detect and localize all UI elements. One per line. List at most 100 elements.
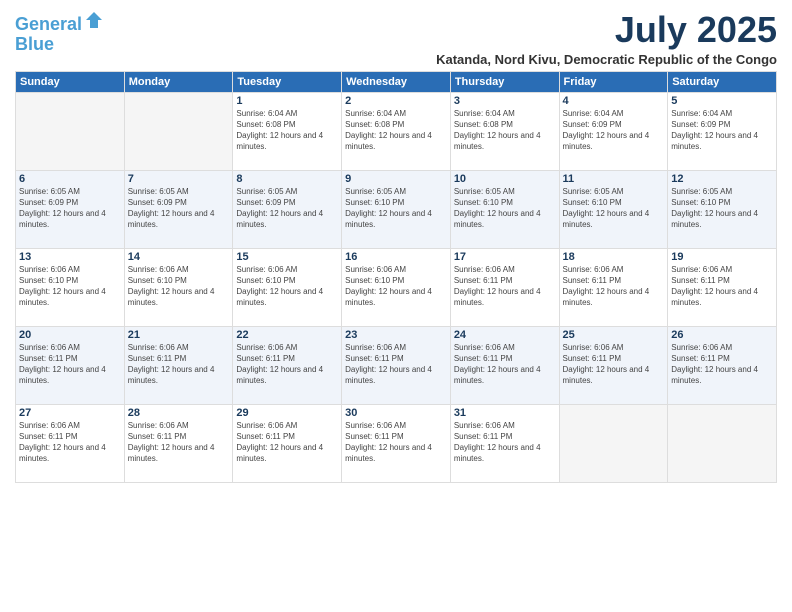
day-number: 28 — [128, 407, 230, 419]
day-info: Sunrise: 6:06 AMSunset: 6:11 PMDaylight:… — [19, 342, 121, 387]
day-info: Sunrise: 6:06 AMSunset: 6:11 PMDaylight:… — [19, 420, 121, 465]
col-friday: Friday — [559, 71, 668, 92]
col-tuesday: Tuesday — [233, 71, 342, 92]
day-number: 31 — [454, 407, 556, 419]
day-info: Sunrise: 6:05 AMSunset: 6:09 PMDaylight:… — [19, 186, 121, 231]
day-number: 27 — [19, 407, 121, 419]
day-info: Sunrise: 6:06 AMSunset: 6:11 PMDaylight:… — [454, 342, 556, 387]
day-number: 12 — [671, 173, 773, 185]
calendar-week-3: 13Sunrise: 6:06 AMSunset: 6:10 PMDayligh… — [16, 248, 777, 326]
table-row: 1Sunrise: 6:04 AMSunset: 6:08 PMDaylight… — [233, 92, 342, 170]
day-number: 1 — [236, 95, 338, 107]
table-row: 28Sunrise: 6:06 AMSunset: 6:11 PMDayligh… — [124, 404, 233, 482]
day-number: 2 — [345, 95, 447, 107]
table-row: 6Sunrise: 6:05 AMSunset: 6:09 PMDaylight… — [16, 170, 125, 248]
calendar-week-2: 6Sunrise: 6:05 AMSunset: 6:09 PMDaylight… — [16, 170, 777, 248]
table-row: 22Sunrise: 6:06 AMSunset: 6:11 PMDayligh… — [233, 326, 342, 404]
table-row: 21Sunrise: 6:06 AMSunset: 6:11 PMDayligh… — [124, 326, 233, 404]
calendar-table: Sunday Monday Tuesday Wednesday Thursday… — [15, 71, 777, 483]
day-info: Sunrise: 6:06 AMSunset: 6:11 PMDaylight:… — [236, 342, 338, 387]
day-info: Sunrise: 6:05 AMSunset: 6:10 PMDaylight:… — [563, 186, 665, 231]
day-info: Sunrise: 6:04 AMSunset: 6:08 PMDaylight:… — [345, 108, 447, 153]
table-row: 17Sunrise: 6:06 AMSunset: 6:11 PMDayligh… — [450, 248, 559, 326]
day-number: 30 — [345, 407, 447, 419]
day-info: Sunrise: 6:06 AMSunset: 6:11 PMDaylight:… — [671, 264, 773, 309]
day-number: 4 — [563, 95, 665, 107]
table-row: 3Sunrise: 6:04 AMSunset: 6:08 PMDaylight… — [450, 92, 559, 170]
header: General Blue July 2025 Katanda, Nord Kiv… — [15, 10, 777, 67]
calendar-week-1: 1Sunrise: 6:04 AMSunset: 6:08 PMDaylight… — [16, 92, 777, 170]
table-row: 15Sunrise: 6:06 AMSunset: 6:10 PMDayligh… — [233, 248, 342, 326]
day-number: 26 — [671, 329, 773, 341]
day-info: Sunrise: 6:06 AMSunset: 6:10 PMDaylight:… — [128, 264, 230, 309]
table-row: 11Sunrise: 6:05 AMSunset: 6:10 PMDayligh… — [559, 170, 668, 248]
calendar-week-5: 27Sunrise: 6:06 AMSunset: 6:11 PMDayligh… — [16, 404, 777, 482]
table-row: 18Sunrise: 6:06 AMSunset: 6:11 PMDayligh… — [559, 248, 668, 326]
calendar-week-4: 20Sunrise: 6:06 AMSunset: 6:11 PMDayligh… — [16, 326, 777, 404]
day-number: 5 — [671, 95, 773, 107]
day-number: 18 — [563, 251, 665, 263]
col-monday: Monday — [124, 71, 233, 92]
table-row — [668, 404, 777, 482]
day-info: Sunrise: 6:06 AMSunset: 6:11 PMDaylight:… — [128, 420, 230, 465]
logo: General Blue — [15, 10, 104, 55]
table-row: 23Sunrise: 6:06 AMSunset: 6:11 PMDayligh… — [342, 326, 451, 404]
day-info: Sunrise: 6:06 AMSunset: 6:11 PMDaylight:… — [345, 420, 447, 465]
day-number: 15 — [236, 251, 338, 263]
table-row — [16, 92, 125, 170]
day-info: Sunrise: 6:05 AMSunset: 6:09 PMDaylight:… — [128, 186, 230, 231]
table-row: 30Sunrise: 6:06 AMSunset: 6:11 PMDayligh… — [342, 404, 451, 482]
day-info: Sunrise: 6:04 AMSunset: 6:09 PMDaylight:… — [563, 108, 665, 153]
day-number: 22 — [236, 329, 338, 341]
day-info: Sunrise: 6:06 AMSunset: 6:11 PMDaylight:… — [128, 342, 230, 387]
table-row: 12Sunrise: 6:05 AMSunset: 6:10 PMDayligh… — [668, 170, 777, 248]
table-row: 9Sunrise: 6:05 AMSunset: 6:10 PMDaylight… — [342, 170, 451, 248]
logo-blue: Blue — [15, 35, 104, 55]
logo-icon — [84, 10, 104, 30]
day-info: Sunrise: 6:04 AMSunset: 6:08 PMDaylight:… — [236, 108, 338, 153]
calendar-page: General Blue July 2025 Katanda, Nord Kiv… — [0, 0, 792, 612]
day-number: 11 — [563, 173, 665, 185]
day-info: Sunrise: 6:05 AMSunset: 6:10 PMDaylight:… — [671, 186, 773, 231]
calendar-header-row: Sunday Monday Tuesday Wednesday Thursday… — [16, 71, 777, 92]
table-row: 31Sunrise: 6:06 AMSunset: 6:11 PMDayligh… — [450, 404, 559, 482]
day-info: Sunrise: 6:05 AMSunset: 6:10 PMDaylight:… — [454, 186, 556, 231]
day-number: 14 — [128, 251, 230, 263]
day-number: 10 — [454, 173, 556, 185]
day-info: Sunrise: 6:06 AMSunset: 6:11 PMDaylight:… — [671, 342, 773, 387]
day-info: Sunrise: 6:06 AMSunset: 6:11 PMDaylight:… — [563, 264, 665, 309]
day-info: Sunrise: 6:05 AMSunset: 6:09 PMDaylight:… — [236, 186, 338, 231]
day-info: Sunrise: 6:06 AMSunset: 6:11 PMDaylight:… — [345, 342, 447, 387]
day-info: Sunrise: 6:06 AMSunset: 6:11 PMDaylight:… — [236, 420, 338, 465]
day-info: Sunrise: 6:05 AMSunset: 6:10 PMDaylight:… — [345, 186, 447, 231]
table-row: 19Sunrise: 6:06 AMSunset: 6:11 PMDayligh… — [668, 248, 777, 326]
table-row: 24Sunrise: 6:06 AMSunset: 6:11 PMDayligh… — [450, 326, 559, 404]
day-info: Sunrise: 6:06 AMSunset: 6:10 PMDaylight:… — [345, 264, 447, 309]
day-number: 20 — [19, 329, 121, 341]
day-number: 17 — [454, 251, 556, 263]
day-number: 13 — [19, 251, 121, 263]
logo-general: General — [15, 14, 82, 34]
day-number: 8 — [236, 173, 338, 185]
col-wednesday: Wednesday — [342, 71, 451, 92]
day-info: Sunrise: 6:06 AMSunset: 6:11 PMDaylight:… — [454, 420, 556, 465]
title-block: July 2025 Katanda, Nord Kivu, Democratic… — [436, 10, 777, 67]
table-row: 29Sunrise: 6:06 AMSunset: 6:11 PMDayligh… — [233, 404, 342, 482]
day-number: 24 — [454, 329, 556, 341]
table-row: 2Sunrise: 6:04 AMSunset: 6:08 PMDaylight… — [342, 92, 451, 170]
table-row: 25Sunrise: 6:06 AMSunset: 6:11 PMDayligh… — [559, 326, 668, 404]
table-row: 16Sunrise: 6:06 AMSunset: 6:10 PMDayligh… — [342, 248, 451, 326]
col-saturday: Saturday — [668, 71, 777, 92]
day-number: 25 — [563, 329, 665, 341]
table-row — [559, 404, 668, 482]
day-number: 9 — [345, 173, 447, 185]
location: Katanda, Nord Kivu, Democratic Republic … — [436, 52, 777, 67]
day-info: Sunrise: 6:06 AMSunset: 6:10 PMDaylight:… — [19, 264, 121, 309]
table-row: 7Sunrise: 6:05 AMSunset: 6:09 PMDaylight… — [124, 170, 233, 248]
day-info: Sunrise: 6:06 AMSunset: 6:11 PMDaylight:… — [454, 264, 556, 309]
day-info: Sunrise: 6:06 AMSunset: 6:11 PMDaylight:… — [563, 342, 665, 387]
table-row: 8Sunrise: 6:05 AMSunset: 6:09 PMDaylight… — [233, 170, 342, 248]
day-info: Sunrise: 6:04 AMSunset: 6:08 PMDaylight:… — [454, 108, 556, 153]
table-row: 26Sunrise: 6:06 AMSunset: 6:11 PMDayligh… — [668, 326, 777, 404]
day-number: 19 — [671, 251, 773, 263]
